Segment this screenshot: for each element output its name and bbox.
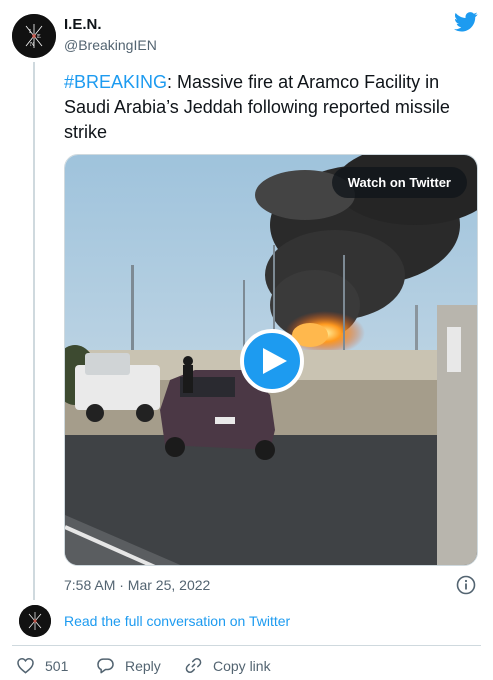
- hashtag-link[interactable]: #BREAKING: [64, 72, 167, 92]
- heart-icon: [17, 658, 34, 674]
- tweet-text: #BREAKING: Massive fire at Aramco Facili…: [64, 70, 474, 145]
- svg-text:N: N: [30, 42, 35, 48]
- link-icon: [185, 657, 202, 674]
- divider: [12, 645, 481, 646]
- info-icon[interactable]: [456, 575, 476, 595]
- play-button[interactable]: [240, 329, 304, 393]
- like-button[interactable]: 501: [16, 656, 68, 675]
- user-display-name[interactable]: I.E.N.: [64, 16, 102, 33]
- avatar-logo-icon: I E N: [12, 14, 56, 58]
- reply-label: Reply: [125, 657, 161, 674]
- user-avatar[interactable]: I E N: [12, 14, 56, 58]
- reply-button[interactable]: Reply: [96, 656, 161, 675]
- play-icon: [262, 348, 287, 374]
- tweet-timestamp[interactable]: 7:58 AM · Mar 25, 2022: [64, 577, 210, 593]
- like-count: 501: [45, 657, 69, 674]
- avatar-logo-icon: [19, 605, 51, 637]
- user-handle[interactable]: @BreakingIEN: [64, 37, 157, 53]
- svg-text:I: I: [29, 29, 31, 35]
- copy-link-button[interactable]: Copy link: [184, 656, 271, 675]
- video-media[interactable]: Watch on Twitter: [64, 154, 478, 566]
- read-full-conversation-link[interactable]: Read the full conversation on Twitter: [64, 613, 290, 629]
- embedded-tweet-card: I E N I.E.N. @BreakingIEN #BREAKING: Mas…: [0, 0, 493, 680]
- thread-line: [33, 62, 35, 600]
- reply-icon: [97, 658, 114, 674]
- conversation-avatar[interactable]: [19, 605, 51, 637]
- watch-on-twitter-button[interactable]: Watch on Twitter: [331, 167, 467, 198]
- copy-link-label: Copy link: [213, 657, 271, 674]
- svg-text:E: E: [37, 34, 41, 40]
- twitter-logo-icon[interactable]: [454, 11, 478, 33]
